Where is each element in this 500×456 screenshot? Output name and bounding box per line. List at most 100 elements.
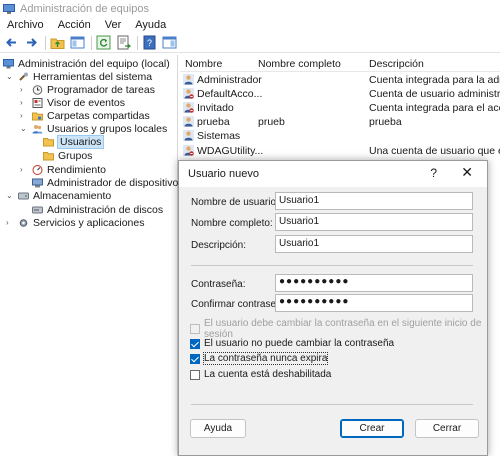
cell-name: Sistemas	[197, 130, 241, 142]
table-row[interactable]: WDAGUtility... Una cuenta de usuario que…	[180, 145, 500, 158]
disk-icon	[32, 205, 43, 215]
table-row[interactable]: Administrador Cuenta integrada para la a…	[180, 74, 500, 87]
menu-archivo[interactable]: Archivo	[7, 19, 44, 31]
cell-name: WDAGUtility...	[197, 145, 264, 157]
table-row[interactable]: DefaultAcco... Cuenta de usuario adminis…	[180, 88, 500, 101]
create-button[interactable]: Crear	[340, 419, 404, 438]
show-hide-tree-icon[interactable]	[70, 35, 85, 50]
checkbox-box[interactable]	[190, 338, 200, 349]
performance-icon	[32, 164, 43, 175]
cell-fullname: prueb	[258, 116, 285, 128]
column-header-name[interactable]: Nombre	[185, 58, 222, 70]
fullname-field[interactable]: Usuario1	[275, 213, 473, 231]
cell-name: prueba	[197, 116, 230, 128]
tree-item-system-tools[interactable]: ⌄ Herramientas del sistema	[6, 70, 152, 83]
help-icon[interactable]: ?	[430, 166, 437, 180]
cannot-change-password-label: El usuario no puede cambiar la contraseñ…	[204, 338, 395, 349]
cell-description: prueba	[369, 116, 402, 128]
users-list: Nombre Nombre completo Descripción Admin…	[180, 55, 500, 165]
help-book-icon[interactable]: ?	[142, 35, 157, 50]
cell-name: Invitado	[197, 102, 234, 114]
tree-item-root[interactable]: Administración del equipo (local)	[3, 57, 170, 70]
chevron-down-icon[interactable]: ⌄	[20, 124, 28, 133]
user-icon	[183, 102, 194, 113]
forward-arrow-icon[interactable]	[24, 35, 39, 50]
user-icon	[183, 116, 194, 127]
title-bar: Administración de equipos	[0, 0, 500, 18]
dialog-title-bar: Usuario nuevo ? ✕	[179, 161, 487, 187]
table-row[interactable]: Invitado Cuenta integrada para el acceso…	[180, 102, 500, 115]
chevron-right-icon[interactable]: ›	[20, 165, 28, 174]
table-row[interactable]: prueba prueb prueba	[180, 116, 500, 129]
chevron-right-icon[interactable]: ›	[20, 111, 28, 120]
help-button[interactable]: Ayuda	[190, 419, 246, 438]
toolbar-separator	[45, 35, 46, 50]
export-list-icon[interactable]	[116, 35, 131, 50]
password-never-expires-checkbox[interactable]: La contraseña nunca expira	[190, 352, 329, 365]
cell-name: Administrador	[197, 74, 262, 86]
user-icon	[183, 145, 194, 156]
username-label: Nombre de usuario:	[191, 197, 279, 208]
checkbox-box[interactable]	[190, 353, 200, 364]
refresh-icon[interactable]	[96, 35, 111, 50]
console-tree: Administración del equipo (local) ⌄ Herr…	[0, 55, 184, 456]
column-header-description[interactable]: Descripción	[369, 58, 424, 70]
svg-text:?: ?	[147, 38, 152, 48]
dialog-separator	[191, 265, 473, 266]
back-arrow-icon[interactable]	[4, 35, 19, 50]
services-icon	[18, 218, 29, 228]
table-row[interactable]: Sistemas	[180, 130, 500, 143]
chevron-right-icon[interactable]: ›	[20, 98, 28, 107]
user-icon	[183, 88, 194, 99]
must-change-password-checkbox[interactable]: El usuario debe cambiar la contraseña en…	[190, 318, 487, 340]
tools-icon	[18, 72, 29, 82]
tree-item-shared-folders[interactable]: › Carpetas compartidas	[20, 109, 150, 122]
clock-icon	[32, 84, 43, 95]
menu-ayuda[interactable]: Ayuda	[135, 19, 166, 31]
cell-description: Una cuenta de usuario que el siste	[369, 145, 500, 157]
fullname-label: Nombre completo:	[191, 218, 273, 229]
storage-icon	[18, 191, 29, 201]
computer-icon	[3, 58, 14, 69]
up-folder-icon[interactable]	[50, 35, 65, 50]
tree-item-event-viewer[interactable]: › Visor de eventos	[20, 96, 125, 109]
user-icon	[183, 130, 194, 141]
tree-item-task-scheduler[interactable]: › Programador de tareas	[20, 83, 155, 96]
cell-description: Cuenta integrada para el acceso c	[369, 102, 500, 114]
tree-item-disk-management[interactable]: Administración de discos	[32, 203, 163, 216]
account-disabled-checkbox[interactable]: La cuenta está deshabilitada	[190, 368, 331, 381]
password-never-expires-label: La contraseña nunca expira	[202, 352, 329, 365]
toolbar-separator	[137, 35, 138, 50]
cell-description: Cuenta de usuario administrada p	[369, 88, 500, 100]
username-field[interactable]: Usuario1	[275, 192, 473, 210]
toolbar: ?	[0, 33, 500, 53]
tree-item-groups[interactable]: Grupos	[43, 149, 92, 162]
menu-accion[interactable]: Acción	[58, 19, 91, 31]
confirm-password-field[interactable]: ●●●●●●●●●●	[275, 294, 473, 312]
chevron-down-icon[interactable]: ⌄	[6, 72, 14, 81]
window-title: Administración de equipos	[20, 3, 150, 15]
password-field[interactable]: ●●●●●●●●●●	[275, 274, 473, 292]
cannot-change-password-checkbox[interactable]: El usuario no puede cambiar la contraseñ…	[190, 337, 394, 350]
chevron-right-icon[interactable]: ›	[6, 218, 14, 227]
chevron-right-icon[interactable]: ›	[20, 85, 28, 94]
tree-item-performance[interactable]: › Rendimiento	[20, 163, 106, 176]
close-button[interactable]: Cerrar	[415, 419, 479, 438]
tree-item-users[interactable]: Usuarios	[43, 134, 105, 149]
description-field[interactable]: Usuario1	[275, 235, 473, 253]
action-pane-icon[interactable]	[162, 35, 177, 50]
user-icon	[183, 74, 194, 85]
checkbox-box[interactable]	[190, 323, 200, 334]
column-header-fullname[interactable]: Nombre completo	[258, 58, 341, 70]
menu-ver[interactable]: Ver	[105, 19, 122, 31]
tree-item-services-apps[interactable]: › Servicios y aplicaciones	[6, 216, 144, 229]
tree-item-local-users-groups[interactable]: ⌄ Usuarios y grupos locales	[20, 122, 167, 135]
tree-item-device-manager[interactable]: Administrador de dispositivos	[32, 176, 184, 189]
computer-management-icon	[3, 3, 15, 15]
chevron-down-icon[interactable]: ⌄	[6, 191, 14, 200]
menu-bar: Archivo Acción Ver Ayuda	[0, 17, 500, 33]
close-icon[interactable]: ✕	[461, 164, 473, 181]
checkbox-box[interactable]	[190, 369, 200, 380]
tree-item-storage[interactable]: ⌄ Almacenamiento	[6, 189, 111, 202]
password-label: Contraseña:	[191, 279, 246, 290]
